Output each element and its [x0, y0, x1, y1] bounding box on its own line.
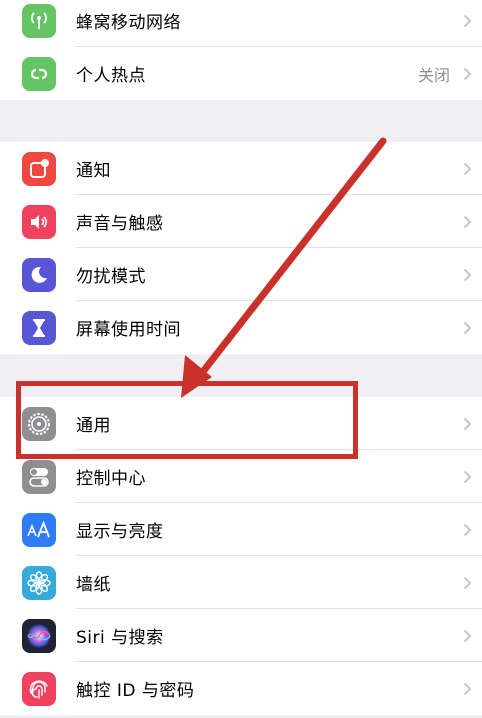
row-notifications[interactable]: 通知 — [0, 142, 482, 195]
text-size-icon — [22, 512, 56, 547]
row-do-not-disturb[interactable]: 勿扰模式 — [0, 248, 482, 301]
row-control-center[interactable]: 控制中心 — [0, 450, 482, 503]
notification-icon — [22, 151, 56, 186]
chevron-right-icon — [463, 576, 472, 589]
chevron-right-icon — [463, 321, 472, 334]
chevron-right-icon — [463, 417, 472, 430]
gear-icon — [22, 406, 56, 441]
row-label: 触控 ID 与密码 — [76, 681, 195, 701]
row-label: 蜂窝移动网络 — [76, 13, 181, 33]
row-label: 控制中心 — [76, 469, 146, 489]
row-hotspot[interactable]: 个人热点 关闭 — [0, 47, 482, 100]
chevron-right-icon — [463, 14, 472, 27]
row-wallpaper[interactable]: 墙纸 — [0, 556, 482, 609]
antenna-icon — [22, 3, 56, 38]
group-general: 通用 控制中心 显示与亮度 墙纸 Siri 与搜索 触控 ID 与密码 — [0, 397, 482, 715]
speaker-icon — [22, 204, 56, 239]
siri-icon — [22, 618, 56, 653]
row-cellular[interactable]: 蜂窝移动网络 — [0, 0, 482, 47]
toggles-icon — [22, 459, 56, 494]
chevron-right-icon — [463, 162, 472, 175]
row-general[interactable]: 通用 — [0, 397, 482, 450]
row-siri-search[interactable]: Siri 与搜索 — [0, 609, 482, 662]
row-value: 关闭 — [417, 65, 450, 85]
row-sounds[interactable]: 声音与触感 — [0, 195, 482, 248]
chevron-right-icon — [463, 682, 472, 695]
moon-icon — [22, 257, 56, 292]
hotspot-chain-icon — [22, 56, 56, 91]
chevron-right-icon — [463, 629, 472, 642]
chevron-right-icon — [463, 215, 472, 228]
fingerprint-icon — [22, 671, 56, 706]
chevron-right-icon — [463, 268, 472, 281]
row-label: 个人热点 — [76, 66, 146, 86]
chevron-right-icon — [463, 523, 472, 536]
row-label: Siri 与搜索 — [76, 628, 164, 648]
row-label: 勿扰模式 — [76, 267, 146, 287]
row-label: 墙纸 — [76, 575, 111, 595]
row-display-brightness[interactable]: 显示与亮度 — [0, 503, 482, 556]
group-notifications: 通知 声音与触感 勿扰模式 屏幕使用时间 — [0, 142, 482, 354]
row-label: 通知 — [76, 161, 111, 181]
row-touch-id-passcode[interactable]: 触控 ID 与密码 — [0, 662, 482, 715]
hourglass-icon — [22, 310, 56, 345]
flower-icon — [22, 565, 56, 600]
row-label: 显示与亮度 — [76, 522, 164, 542]
row-label: 屏幕使用时间 — [76, 320, 181, 340]
row-screen-time[interactable]: 屏幕使用时间 — [0, 301, 482, 354]
chevron-right-icon — [463, 67, 472, 80]
group-network: 蜂窝移动网络 个人热点 关闭 — [0, 0, 482, 100]
chevron-right-icon — [463, 470, 472, 483]
row-label: 通用 — [76, 416, 111, 436]
row-label: 声音与触感 — [76, 214, 164, 234]
